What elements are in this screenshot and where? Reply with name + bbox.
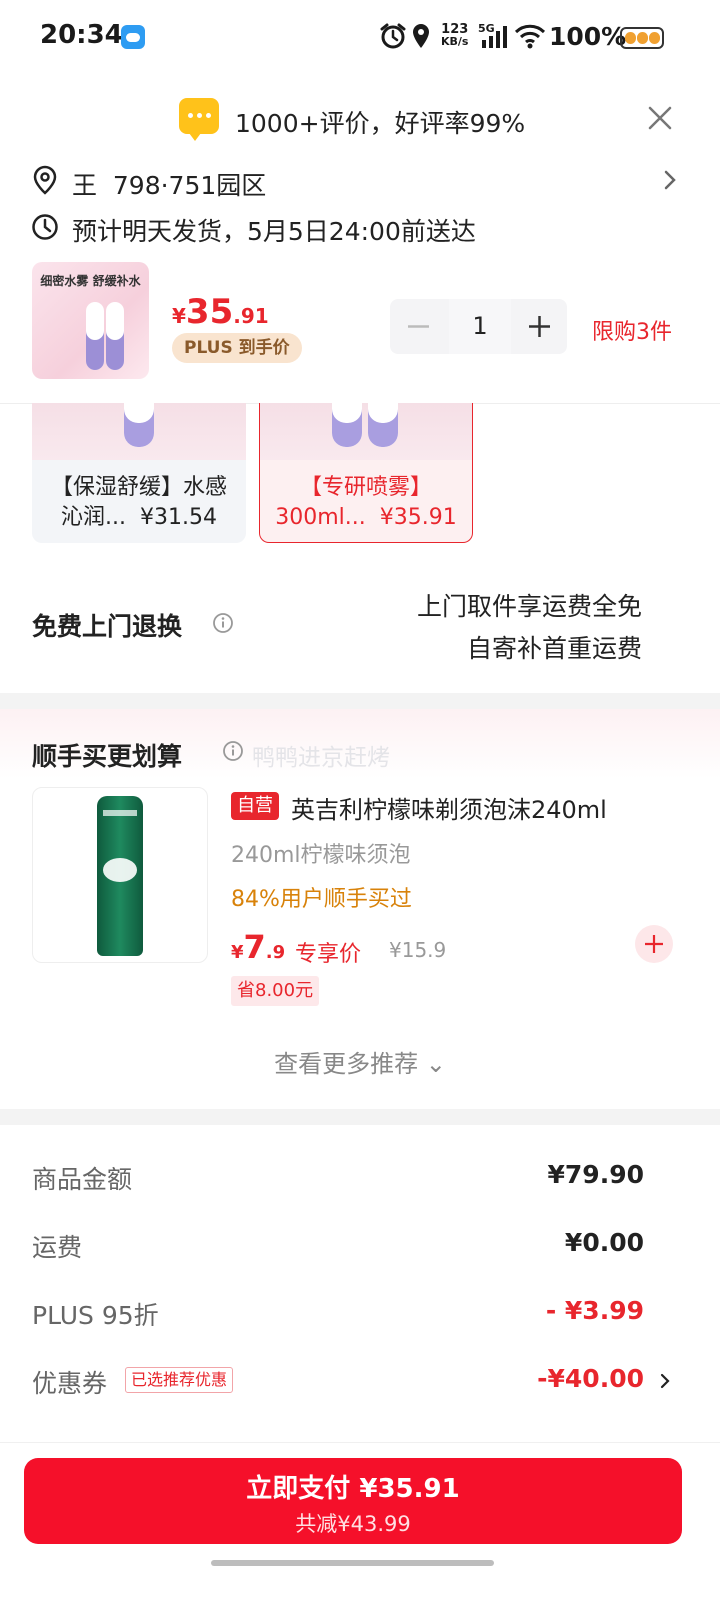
battery-icon [620, 27, 664, 49]
alarm-icon [380, 23, 406, 49]
recommended-product-price: ¥7.9 [231, 928, 286, 966]
wifi-icon [514, 24, 546, 49]
location-icon [413, 24, 429, 48]
clock-icon [32, 214, 58, 240]
plus-price-badge: PLUS 到手价 [172, 333, 302, 363]
more-recommendations-link[interactable]: 查看更多推荐 ⌄ [0, 1044, 720, 1079]
coupon-value[interactable]: -¥40.00 [537, 1364, 644, 1393]
home-indicator[interactable] [211, 1560, 494, 1566]
shipping-fee-value: ¥0.00 [564, 1228, 644, 1257]
variant-image [260, 403, 472, 460]
chevron-right-icon[interactable] [658, 1370, 672, 1392]
delivery-estimate: 预计明天发货，5月5日24:00前送达 [72, 217, 476, 246]
quantity-value[interactable]: 1 [449, 299, 511, 354]
app-notification-icon [121, 25, 145, 49]
social-proof: 84%用户顺手买过 [231, 887, 412, 912]
free-return-detail: 自寄补首重运费 [466, 634, 642, 663]
can-image [97, 796, 143, 956]
variant-image [32, 403, 246, 460]
info-icon[interactable] [212, 612, 234, 634]
location-pin-icon [33, 165, 57, 195]
goods-amount-label: 商品金额 [32, 1165, 133, 1194]
product-thumbnail[interactable]: 细密水雾 舒缓补水 [32, 262, 149, 379]
watermark-text: 鸭鸭进京赶烤 [252, 745, 390, 771]
product-price: ¥35.91 [172, 292, 269, 332]
quantity-plus-button[interactable] [512, 299, 567, 354]
coupon-recommended-tag: 已选推荐优惠 [125, 1367, 234, 1393]
status-bar: 20:34 123 KB/s 5G 100% [0, 0, 720, 76]
close-icon[interactable] [640, 98, 680, 138]
signal-icon [482, 26, 507, 48]
recommendation-title: 顺手买更划算 [32, 742, 183, 771]
chevron-right-icon[interactable] [660, 166, 680, 194]
total-savings: 共减¥43.99 [295, 1512, 411, 1536]
purchase-limit: 限购3件 [592, 320, 672, 345]
exclusive-price-label: 专享价 [295, 942, 362, 967]
quantity-minus-button[interactable] [390, 299, 447, 354]
variant-label: 【专研喷雾】 300ml... ¥35.91 [275, 475, 457, 530]
savings-badge: 省8.00元 [231, 976, 320, 1006]
recommended-product-spec: 240ml柠檬味须泡 [231, 843, 411, 868]
status-time: 20:34 [40, 20, 123, 50]
rating-summary[interactable]: 1000+评价，好评率99% [235, 104, 525, 140]
thumbnail-caption: 细密水雾 舒缓补水 [40, 274, 141, 288]
bottle-image [106, 302, 124, 370]
variant-option-selected[interactable]: 【专研喷雾】 300ml... ¥35.91 [259, 403, 473, 543]
plus-discount-value: - ¥3.99 [545, 1296, 644, 1325]
variant-label: 【保湿舒缓】水感 沁润... ¥31.54 [50, 475, 227, 530]
pay-now-label: 立即支付 ¥35.91 [246, 1474, 460, 1504]
original-price: ¥15.9 [389, 938, 447, 962]
section-gap [0, 1109, 720, 1125]
info-icon[interactable] [222, 740, 244, 762]
shipping-fee-label: 运费 [32, 1233, 83, 1262]
add-to-cart-icon[interactable] [635, 925, 673, 963]
recommended-product-image[interactable] [32, 787, 208, 963]
self-operated-badge: 自营 [231, 792, 279, 820]
bottle-image [86, 302, 104, 370]
delivery-address[interactable]: 王 798·751园区 [72, 166, 266, 202]
net-speed: 123 KB/s [441, 22, 469, 48]
free-return-detail: 上门取件享运费全免 [416, 592, 642, 621]
goods-amount-value: ¥79.90 [547, 1160, 644, 1189]
section-gap [0, 693, 720, 709]
chat-bubble-icon [179, 98, 219, 141]
coupon-label[interactable]: 优惠券 [32, 1364, 107, 1400]
plus-discount-label: PLUS 95折 [32, 1301, 159, 1330]
battery-percent: 100% [549, 22, 627, 51]
free-return-label: 免费上门退换 [32, 612, 183, 641]
recommended-product-name[interactable]: 英吉利柠檬味剃须泡沫240ml [291, 790, 607, 825]
variant-option[interactable]: 【保湿舒缓】水感 沁润... ¥31.54 [32, 403, 246, 543]
